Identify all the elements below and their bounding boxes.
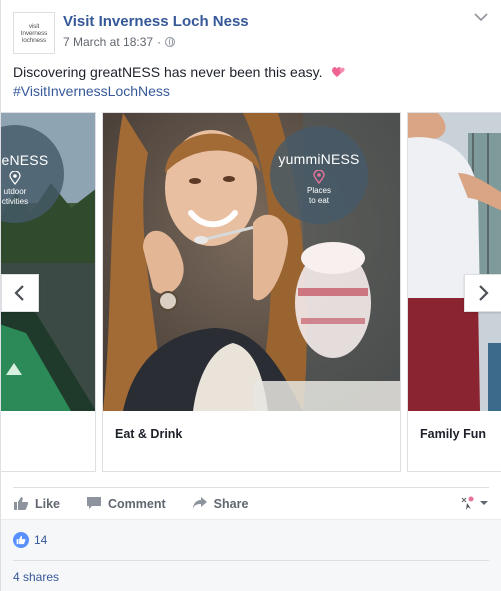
badge-title: omeNESS (1, 152, 49, 168)
likes-count-link[interactable]: 14 (13, 532, 47, 548)
chevron-right-icon (479, 285, 489, 301)
thumbs-up-icon (14, 497, 29, 510)
avatar-text: Inverness (20, 29, 48, 37)
likes-count: 14 (34, 533, 48, 547)
like-label: Like (35, 496, 61, 511)
comment-icon (87, 497, 102, 509)
post-text-body: Discovering greatNESS has never been thi… (13, 64, 323, 80)
chevron-left-icon (14, 285, 24, 301)
hashtag-link[interactable]: #VisitInvernessLochNess (13, 82, 170, 101)
avatar-text: lochness (21, 36, 47, 44)
divider (13, 560, 489, 561)
share-label: Share (213, 496, 249, 511)
post-footer: 14 4 shares (1, 519, 501, 591)
page-name-link[interactable]: Visit Inverness Loch Ness (63, 13, 249, 30)
facebook-post: visit Inverness lochness Visit Inverness… (0, 0, 501, 591)
comment-label: Comment (108, 496, 166, 511)
share-arrow-icon (192, 497, 207, 509)
post-meta: 7 March at 18:37 · (63, 35, 176, 49)
badge-sub: ctivities (1, 197, 29, 206)
badge-title: yummiNESS (278, 151, 360, 167)
hearts-icon (330, 65, 348, 84)
page-avatar[interactable]: visit Inverness lochness (13, 12, 55, 54)
like-button[interactable]: Like (13, 496, 60, 511)
carousel: omeNESS utdoor ctivities (1, 112, 501, 472)
globe-icon (165, 37, 176, 47)
comment-button[interactable]: Comment (86, 496, 166, 511)
avatar-text: visit (28, 22, 40, 30)
badge-yumminess: yummiNESS Places to eat (270, 126, 368, 224)
carousel-prev-button[interactable] (1, 274, 39, 312)
like-reaction-icon (13, 532, 29, 548)
shares-count-link[interactable]: 4 shares (13, 570, 59, 584)
post-timestamp[interactable]: 7 March at 18:37 (63, 35, 153, 49)
card-title: Eat & Drink (115, 427, 183, 441)
page-avatar-small-icon (459, 495, 475, 511)
card-image-family (408, 113, 501, 411)
meta-separator: · (157, 35, 162, 49)
share-button[interactable]: Share (192, 496, 249, 511)
badge-sub: utdoor (3, 187, 27, 196)
pin-icon (313, 169, 325, 185)
carousel-card-eat-drink[interactable]: yummiNESS Places to eat Eat & Drink (102, 112, 401, 472)
post-as-selector[interactable] (459, 495, 489, 511)
pin-icon (9, 170, 21, 185)
carousel-next-button[interactable] (464, 274, 501, 312)
badge-sub: to eat (308, 196, 329, 205)
badge-sub: Places (306, 186, 331, 195)
post-text: Discovering greatNESS has never been thi… (13, 63, 348, 84)
caret-down-icon (480, 501, 488, 505)
action-bar: Like Comment Share (13, 487, 489, 519)
card-title: Family Fun (420, 427, 486, 441)
chevron-down-icon[interactable] (473, 10, 489, 24)
